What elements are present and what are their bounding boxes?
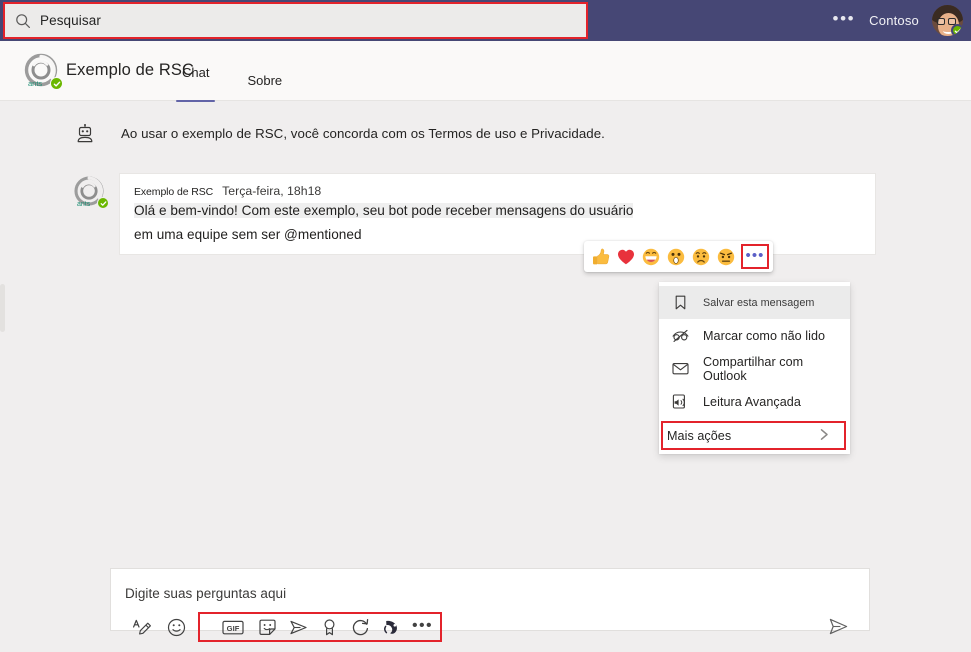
top-more-options-button[interactable]: ••• xyxy=(819,10,870,27)
menu-item-more-actions[interactable]: Mais ações xyxy=(661,421,846,450)
compose-input-placeholder: Digite suas perguntas aqui xyxy=(125,586,287,601)
message-header: Exemplo de RSC Terça-feira, 18h18 xyxy=(134,184,861,198)
thumbs-up-reaction-icon[interactable] xyxy=(588,244,613,269)
send-button[interactable] xyxy=(825,613,851,639)
app-presence-badge-icon xyxy=(50,77,63,90)
menu-item-save-message-label: Salvar esta mensagem xyxy=(703,296,815,309)
svg-text:ants: ants xyxy=(28,79,42,88)
heart-reaction-icon[interactable] xyxy=(613,244,638,269)
emoji-icon[interactable] xyxy=(161,614,192,640)
org-name-label: Contoso xyxy=(869,13,919,28)
approvals-icon[interactable] xyxy=(376,614,407,640)
more-options-icon[interactable]: ••• xyxy=(407,614,438,640)
praise-icon[interactable] xyxy=(314,614,345,640)
more-reactions-button[interactable]: ••• xyxy=(741,244,769,269)
search-placeholder-text: Pesquisar xyxy=(40,13,101,28)
chat-panel: Ao usar o exemplo de RSC, você concorda … xyxy=(6,102,971,552)
bot-icon xyxy=(74,124,96,146)
menu-item-share-to-outlook-label: Compartilhar com Outlook xyxy=(703,354,804,383)
menu-item-more-actions-label: Mais ações xyxy=(667,428,732,443)
avatar-glasses-left xyxy=(937,18,945,25)
menu-item-immersive-reader-label: Leitura Avançada xyxy=(703,394,801,409)
message-text-line-1: Olá e bem-vindo! Com este exemplo, seu b… xyxy=(134,203,634,218)
message-body: Olá e bem-vindo! Com este exemplo, seu b… xyxy=(134,198,861,242)
angry-reaction-icon[interactable] xyxy=(713,244,738,269)
app-logo-icon: ants xyxy=(22,51,63,91)
sticker-icon[interactable] xyxy=(252,614,283,640)
avatar[interactable] xyxy=(932,5,963,36)
message-timestamp: Terça-feira, 18h18 xyxy=(222,184,322,198)
teams-window: Pesquisar ••• Contoso ants Exemplo de RS… xyxy=(0,0,971,652)
presence-available-icon xyxy=(951,24,963,36)
menu-item-share-to-outlook[interactable]: Compartilhar com Outlook xyxy=(659,352,850,385)
svg-text:GIF: GIF xyxy=(226,624,239,633)
laugh-reaction-icon[interactable] xyxy=(638,244,663,269)
surprised-reaction-icon[interactable] xyxy=(663,244,688,269)
page-title: Exemplo de RSC xyxy=(66,61,194,79)
gif-icon[interactable]: GIF xyxy=(217,614,248,640)
message-text-line-2: em uma equipe sem ser @mentioned xyxy=(134,227,362,242)
menu-item-mark-unread[interactable]: Marcar como não lido xyxy=(659,319,850,352)
loop-icon[interactable] xyxy=(345,614,376,640)
compose-toolbar: GIF ••• xyxy=(111,609,871,645)
system-message-row: Ao usar o exemplo de RSC, você concorda … xyxy=(74,124,605,146)
sender-presence-badge-icon xyxy=(97,197,109,209)
tab-bar: Chat Sobre xyxy=(176,65,288,102)
search-icon xyxy=(15,13,31,29)
chat-scrollbar-thumb[interactable] xyxy=(0,284,5,332)
bookmark-icon xyxy=(670,292,691,313)
search-input[interactable]: Pesquisar xyxy=(3,2,588,39)
sad-reaction-icon[interactable] xyxy=(688,244,713,269)
eye-off-icon xyxy=(670,325,691,346)
svg-text:ants: ants xyxy=(77,201,91,208)
message-sender-avatar: ants xyxy=(72,174,109,210)
message-compose-box[interactable]: Digite suas perguntas aqui GIF ••• xyxy=(110,568,870,642)
menu-item-save-message[interactable]: Salvar esta mensagem xyxy=(659,286,850,319)
message-context-menu: Salvar esta mensagem Marcar como não lid… xyxy=(659,282,850,454)
system-message-text: Ao usar o exemplo de RSC, você concorda … xyxy=(121,126,605,141)
top-bar: Pesquisar ••• Contoso xyxy=(0,0,971,41)
message-author: Exemplo de RSC xyxy=(134,186,214,198)
chevron-right-icon xyxy=(819,428,830,444)
message-reaction-bar: ••• xyxy=(584,241,773,272)
compose-tools-highlight-group: GIF ••• xyxy=(198,612,442,642)
envelope-icon xyxy=(670,358,691,379)
tab-sobre[interactable]: Sobre xyxy=(241,73,288,102)
stream-icon[interactable] xyxy=(283,614,314,640)
format-icon[interactable] xyxy=(126,614,157,640)
app-header: ants Exemplo de RSC Chat Sobre xyxy=(0,41,971,102)
menu-item-mark-unread-label: Marcar como não lido xyxy=(703,328,826,343)
menu-item-immersive-reader[interactable]: Leitura Avançada xyxy=(659,385,850,418)
tab-chat[interactable]: Chat xyxy=(176,65,216,102)
immersive-reader-icon xyxy=(670,391,691,412)
top-bar-right: ••• Contoso xyxy=(819,0,963,41)
